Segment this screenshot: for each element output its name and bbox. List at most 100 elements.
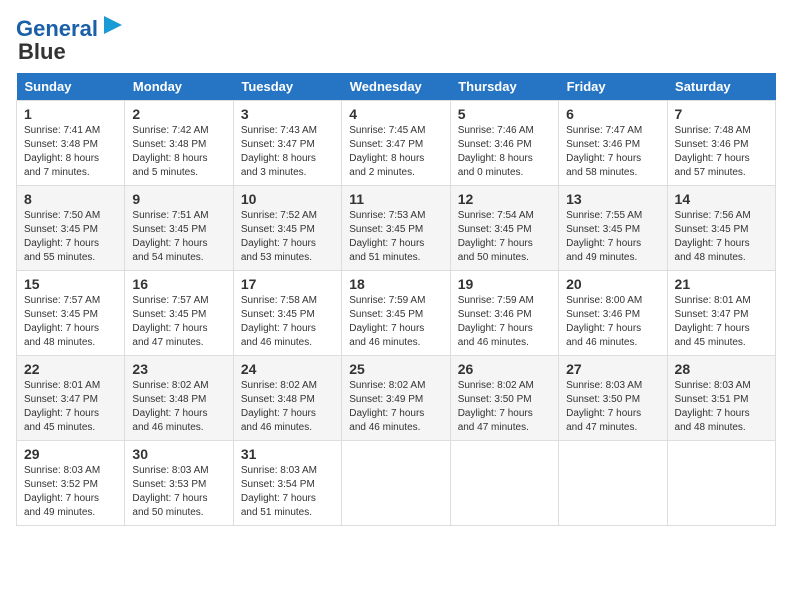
day-number: 17 bbox=[241, 276, 334, 292]
logo-arrow-icon bbox=[102, 14, 124, 36]
week-row: 29 Sunrise: 8:03 AM Sunset: 3:52 PM Dayli… bbox=[17, 441, 776, 526]
day-info: Sunrise: 7:52 AM Sunset: 3:45 PM Dayligh… bbox=[241, 209, 334, 265]
week-row: 15 Sunrise: 7:57 AM Sunset: 3:45 PM Dayli… bbox=[17, 271, 776, 356]
day-number: 28 bbox=[675, 361, 768, 377]
calendar-cell: 18 Sunrise: 7:59 AM Sunset: 3:45 PM Dayli… bbox=[342, 271, 450, 356]
day-info: Sunrise: 7:46 AM Sunset: 3:46 PM Dayligh… bbox=[458, 124, 551, 180]
day-info: Sunrise: 7:50 AM Sunset: 3:45 PM Dayligh… bbox=[24, 209, 117, 265]
col-header-thursday: Thursday bbox=[450, 73, 558, 101]
calendar-cell: 8 Sunrise: 7:50 AM Sunset: 3:45 PM Daylig… bbox=[17, 186, 125, 271]
calendar-cell: 5Sunrise: 7:46 AM Sunset: 3:46 PM Daylig… bbox=[450, 101, 558, 186]
day-info: Sunrise: 8:02 AM Sunset: 3:48 PM Dayligh… bbox=[132, 379, 225, 435]
calendar-cell: 28 Sunrise: 8:03 AM Sunset: 3:51 PM Dayli… bbox=[667, 356, 775, 441]
day-number: 4 bbox=[349, 106, 442, 122]
day-number: 12 bbox=[458, 191, 551, 207]
calendar-cell: 3 Sunrise: 7:43 AM Sunset: 3:47 PM Daylig… bbox=[233, 101, 341, 186]
day-info: Sunrise: 7:53 AM Sunset: 3:45 PM Dayligh… bbox=[349, 209, 442, 265]
logo-text: General bbox=[16, 18, 98, 40]
day-number: 1 bbox=[24, 106, 117, 122]
calendar-cell: 15 Sunrise: 7:57 AM Sunset: 3:45 PM Dayli… bbox=[17, 271, 125, 356]
day-number: 31 bbox=[241, 446, 334, 462]
day-number: 26 bbox=[458, 361, 551, 377]
day-info: Sunrise: 7:56 AM Sunset: 3:45 PM Dayligh… bbox=[675, 209, 768, 265]
day-info: Sunrise: 7:55 AM Sunset: 3:45 PM Dayligh… bbox=[566, 209, 659, 265]
day-info: Sunrise: 7:54 AM Sunset: 3:45 PM Dayligh… bbox=[458, 209, 551, 265]
day-info: Sunrise: 8:03 AM Sunset: 3:53 PM Dayligh… bbox=[132, 464, 225, 520]
week-row: 22 Sunrise: 8:01 AM Sunset: 3:47 PM Dayli… bbox=[17, 356, 776, 441]
logo: General Blue bbox=[16, 16, 124, 65]
day-info: Sunrise: 7:45 AM Sunset: 3:47 PM Dayligh… bbox=[349, 124, 442, 180]
calendar-cell: 14 Sunrise: 7:56 AM Sunset: 3:45 PM Dayli… bbox=[667, 186, 775, 271]
calendar-cell: 1 Sunrise: 7:41 AM Sunset: 3:48 PM Daylig… bbox=[17, 101, 125, 186]
calendar-cell: 23 Sunrise: 8:02 AM Sunset: 3:48 PM Dayli… bbox=[125, 356, 233, 441]
day-number: 23 bbox=[132, 361, 225, 377]
calendar-cell: 7 Sunrise: 7:48 AM Sunset: 3:46 PM Daylig… bbox=[667, 101, 775, 186]
calendar-cell: 31Sunrise: 8:03 AM Sunset: 3:54 PM Dayli… bbox=[233, 441, 341, 526]
week-row: 1 Sunrise: 7:41 AM Sunset: 3:48 PM Daylig… bbox=[17, 101, 776, 186]
day-info: Sunrise: 7:42 AM Sunset: 3:48 PM Dayligh… bbox=[132, 124, 225, 180]
day-info: Sunrise: 7:57 AM Sunset: 3:45 PM Dayligh… bbox=[24, 294, 117, 350]
week-row: 8 Sunrise: 7:50 AM Sunset: 3:45 PM Daylig… bbox=[17, 186, 776, 271]
calendar-cell bbox=[450, 441, 558, 526]
day-number: 13 bbox=[566, 191, 659, 207]
col-header-saturday: Saturday bbox=[667, 73, 775, 101]
calendar-cell: 19 Sunrise: 7:59 AM Sunset: 3:46 PM Dayli… bbox=[450, 271, 558, 356]
day-number: 22 bbox=[24, 361, 117, 377]
day-number: 27 bbox=[566, 361, 659, 377]
calendar-cell: 29 Sunrise: 8:03 AM Sunset: 3:52 PM Dayli… bbox=[17, 441, 125, 526]
day-number: 9 bbox=[132, 191, 225, 207]
day-number: 15 bbox=[24, 276, 117, 292]
day-info: Sunrise: 8:03 AM Sunset: 3:52 PM Dayligh… bbox=[24, 464, 117, 520]
col-header-sunday: Sunday bbox=[17, 73, 125, 101]
day-number: 14 bbox=[675, 191, 768, 207]
day-number: 29 bbox=[24, 446, 117, 462]
day-number: 8 bbox=[24, 191, 117, 207]
day-number: 20 bbox=[566, 276, 659, 292]
calendar-cell: 10 Sunrise: 7:52 AM Sunset: 3:45 PM Dayli… bbox=[233, 186, 341, 271]
day-number: 10 bbox=[241, 191, 334, 207]
calendar-cell bbox=[559, 441, 667, 526]
header: General Blue bbox=[16, 16, 776, 65]
calendar-cell: 13 Sunrise: 7:55 AM Sunset: 3:45 PM Dayli… bbox=[559, 186, 667, 271]
day-info: Sunrise: 7:59 AM Sunset: 3:46 PM Dayligh… bbox=[458, 294, 551, 350]
col-header-wednesday: Wednesday bbox=[342, 73, 450, 101]
day-number: 24 bbox=[241, 361, 334, 377]
day-info: Sunrise: 7:51 AM Sunset: 3:45 PM Dayligh… bbox=[132, 209, 225, 265]
day-info: Sunrise: 7:48 AM Sunset: 3:46 PM Dayligh… bbox=[675, 124, 768, 180]
day-info: Sunrise: 7:43 AM Sunset: 3:47 PM Dayligh… bbox=[241, 124, 334, 180]
day-info: Sunrise: 7:59 AM Sunset: 3:45 PM Dayligh… bbox=[349, 294, 442, 350]
day-info: Sunrise: 8:00 AM Sunset: 3:46 PM Dayligh… bbox=[566, 294, 659, 350]
calendar-cell: 30 Sunrise: 8:03 AM Sunset: 3:53 PM Dayli… bbox=[125, 441, 233, 526]
day-info: Sunrise: 7:41 AM Sunset: 3:48 PM Dayligh… bbox=[24, 124, 117, 180]
calendar-cell: 16Sunrise: 7:57 AM Sunset: 3:45 PM Dayli… bbox=[125, 271, 233, 356]
calendar-cell: 24 Sunrise: 8:02 AM Sunset: 3:48 PM Dayli… bbox=[233, 356, 341, 441]
day-info: Sunrise: 8:03 AM Sunset: 3:51 PM Dayligh… bbox=[675, 379, 768, 435]
calendar-cell: 27 Sunrise: 8:03 AM Sunset: 3:50 PM Dayli… bbox=[559, 356, 667, 441]
day-info: Sunrise: 7:47 AM Sunset: 3:46 PM Dayligh… bbox=[566, 124, 659, 180]
calendar-cell: 11Sunrise: 7:53 AM Sunset: 3:45 PM Dayli… bbox=[342, 186, 450, 271]
calendar-cell: 25 Sunrise: 8:02 AM Sunset: 3:49 PM Dayli… bbox=[342, 356, 450, 441]
col-header-monday: Monday bbox=[125, 73, 233, 101]
day-number: 7 bbox=[675, 106, 768, 122]
day-number: 25 bbox=[349, 361, 442, 377]
calendar-cell: 12 Sunrise: 7:54 AM Sunset: 3:45 PM Dayli… bbox=[450, 186, 558, 271]
day-number: 18 bbox=[349, 276, 442, 292]
day-number: 3 bbox=[241, 106, 334, 122]
day-info: Sunrise: 8:03 AM Sunset: 3:50 PM Dayligh… bbox=[566, 379, 659, 435]
calendar-cell bbox=[667, 441, 775, 526]
day-number: 19 bbox=[458, 276, 551, 292]
day-info: Sunrise: 8:02 AM Sunset: 3:49 PM Dayligh… bbox=[349, 379, 442, 435]
calendar-cell: 26 Sunrise: 8:02 AM Sunset: 3:50 PM Dayli… bbox=[450, 356, 558, 441]
day-info: Sunrise: 8:02 AM Sunset: 3:50 PM Dayligh… bbox=[458, 379, 551, 435]
calendar-cell: 2Sunrise: 7:42 AM Sunset: 3:48 PM Daylig… bbox=[125, 101, 233, 186]
day-info: Sunrise: 7:58 AM Sunset: 3:45 PM Dayligh… bbox=[241, 294, 334, 350]
day-info: Sunrise: 8:02 AM Sunset: 3:48 PM Dayligh… bbox=[241, 379, 334, 435]
day-number: 6 bbox=[566, 106, 659, 122]
day-number: 30 bbox=[132, 446, 225, 462]
day-info: Sunrise: 7:57 AM Sunset: 3:45 PM Dayligh… bbox=[132, 294, 225, 350]
calendar-cell bbox=[342, 441, 450, 526]
day-info: Sunrise: 8:01 AM Sunset: 3:47 PM Dayligh… bbox=[24, 379, 117, 435]
calendar-cell: 4 Sunrise: 7:45 AM Sunset: 3:47 PM Daylig… bbox=[342, 101, 450, 186]
calendar-cell: 22 Sunrise: 8:01 AM Sunset: 3:47 PM Dayli… bbox=[17, 356, 125, 441]
calendar-cell: 9 Sunrise: 7:51 AM Sunset: 3:45 PM Daylig… bbox=[125, 186, 233, 271]
